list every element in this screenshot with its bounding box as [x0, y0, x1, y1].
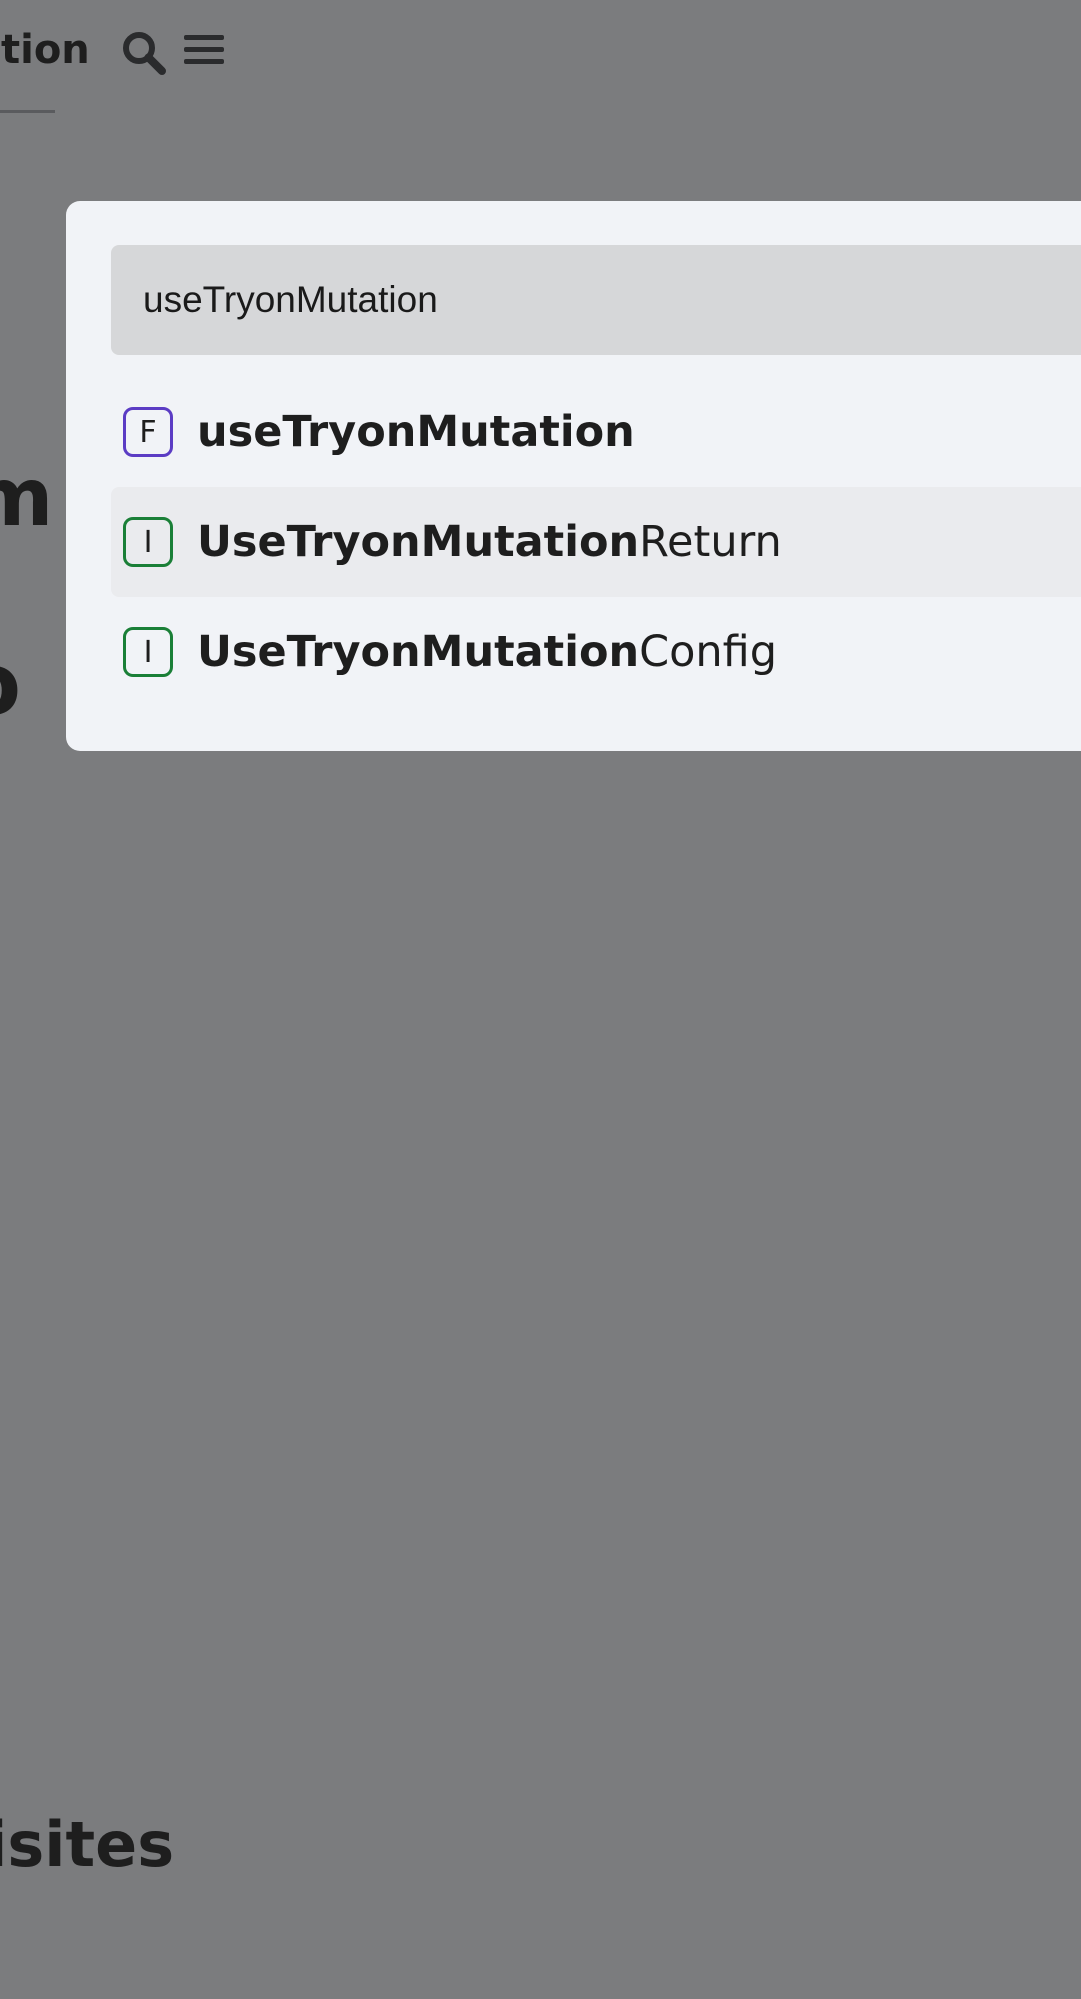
- site-title[interactable]: ation: [0, 30, 90, 70]
- result-match-text: useTryonMutation: [197, 407, 635, 457]
- result-match-text: UseTryonMutation: [197, 627, 640, 677]
- result-label: useTryonMutation: [197, 407, 635, 457]
- section-heading: o: [0, 642, 21, 728]
- search-input[interactable]: [111, 245, 1081, 355]
- interface-kind-icon: I: [123, 627, 173, 677]
- result-match-text: UseTryonMutation: [197, 517, 640, 567]
- search-result[interactable]: F useTryonMutation: [111, 377, 1081, 487]
- interface-kind-icon: I: [123, 517, 173, 567]
- menu-icon[interactable]: [184, 33, 224, 67]
- function-kind-icon: F: [123, 407, 173, 457]
- result-label: UseTryonMutationReturn: [197, 517, 782, 567]
- search-result[interactable]: I UseTryonMutationConfig: [111, 597, 1081, 707]
- result-rest-text: Return: [639, 517, 782, 567]
- page-heading: m: [0, 451, 54, 544]
- search-result[interactable]: I UseTryonMutationReturn: [111, 487, 1081, 597]
- header-underline: [0, 110, 55, 113]
- search-icon[interactable]: [121, 30, 167, 76]
- search-modal: F useTryonMutation I UseTryonMutationRet…: [66, 201, 1081, 751]
- search-results: F useTryonMutation I UseTryonMutationRet…: [111, 377, 1081, 707]
- result-label: UseTryonMutationConfig: [197, 627, 777, 677]
- result-rest-text: Config: [639, 627, 778, 677]
- prerequisites-heading: uisites: [0, 1808, 175, 1881]
